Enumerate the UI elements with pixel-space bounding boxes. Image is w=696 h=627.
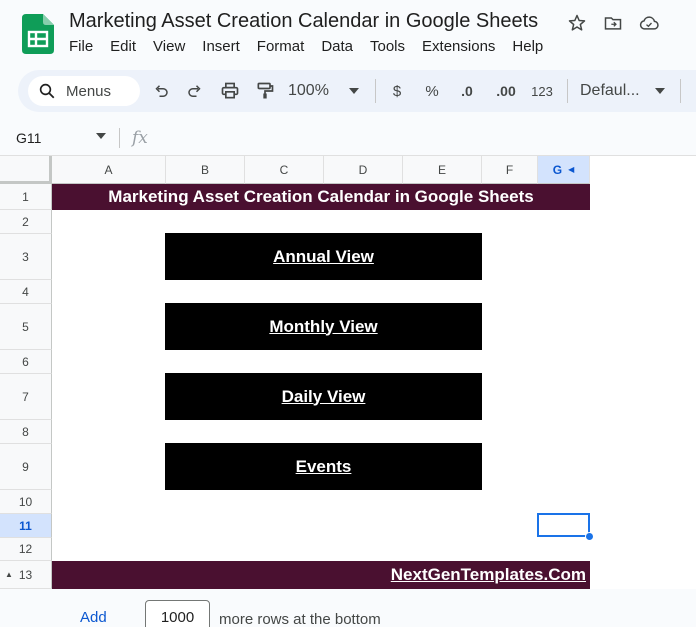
toolbar: Menus 100% $ % .0 .00 123 Defaul... [18,70,696,112]
row-header-9[interactable]: 9 [0,444,52,490]
column-header-c[interactable]: C [245,156,324,184]
number-format-button[interactable]: 123 [529,79,555,103]
menu-data[interactable]: Data [321,38,353,55]
selected-cell-g11[interactable] [537,513,590,537]
menu-help[interactable]: Help [512,38,543,55]
events-button[interactable]: Events [165,443,482,490]
currency-label: $ [392,82,402,100]
toolbar-divider [680,79,681,103]
row-header-7[interactable]: 7 [0,374,52,420]
menu-file[interactable]: File [69,38,93,55]
print-button[interactable] [219,79,241,103]
redo-button[interactable] [184,79,206,103]
name-box[interactable]: G11 [16,130,41,146]
menu-bar: File Edit View Insert Format Data Tools … [69,38,560,55]
add-rows-suffix: more rows at the bottom [219,611,381,627]
search-menus-button[interactable]: Menus [28,76,140,106]
star-icon[interactable] [566,12,588,34]
row-header-6[interactable]: 6 [0,350,52,374]
row-header-13-label: 13 [18,567,33,582]
formula-bar: G11 fx [0,120,696,156]
undo-button[interactable] [150,79,172,103]
font-select[interactable]: Defaul... [580,79,644,103]
row-header-5[interactable]: 5 [0,304,52,350]
sheet-footer-banner: NextGenTemplates.Com [52,561,590,589]
row-header-1[interactable]: 1 [0,184,52,210]
sheet-header-banner: Marketing Asset Creation Calendar in Goo… [52,184,590,210]
select-all-corner[interactable] [0,156,52,184]
row-header-8[interactable]: 8 [0,420,52,444]
name-box-chevron-icon[interactable] [96,133,106,139]
column-header-g[interactable]: G ◀ [538,156,590,184]
cloud-saved-icon[interactable] [638,12,660,34]
number-format-label: 123 [531,83,553,99]
nextgen-templates-link[interactable]: NextGenTemplates.Com [391,565,586,585]
menu-view[interactable]: View [153,38,185,55]
add-rows-button[interactable]: Add [80,609,107,626]
redo-icon [188,85,201,97]
menu-insert[interactable]: Insert [202,38,240,55]
toolbar-divider [567,79,568,103]
menu-extensions[interactable]: Extensions [422,38,495,55]
row-header-10[interactable]: 10 [0,490,52,514]
column-header-a[interactable]: A [52,156,166,184]
row-header-3[interactable]: 3 [0,234,52,280]
increase-decimal-button[interactable]: .00 [492,79,520,103]
increase-decimal-label: .00 [496,83,516,99]
paint-format-button[interactable] [254,79,276,103]
column-header-g-label: G [552,162,563,177]
formula-divider [119,128,120,148]
document-title[interactable]: Marketing Asset Creation Calendar in Goo… [69,10,538,33]
title-bar: Marketing Asset Creation Calendar in Goo… [0,0,696,70]
menu-edit[interactable]: Edit [110,38,136,55]
sheets-logo-icon[interactable] [22,14,54,54]
row-header-4[interactable]: 4 [0,280,52,304]
search-icon [39,83,55,99]
row-header-13[interactable]: ▲ 13 [0,561,52,589]
daily-view-button[interactable]: Daily View [165,373,482,420]
row-header-2[interactable]: 2 [0,210,52,234]
move-folder-icon[interactable] [602,12,624,34]
zoom-value: 100% [288,82,329,99]
column-header-f[interactable]: F [482,156,538,184]
decrease-decimal-button[interactable]: .0 [456,79,478,103]
add-rows-count-input[interactable] [145,600,210,627]
font-chevron-down-icon[interactable] [654,79,666,103]
row-header-11[interactable]: 11 [0,514,52,538]
scroll-up-icon[interactable]: ▲ [5,570,13,579]
toolbar-divider [375,79,376,103]
annual-view-button[interactable]: Annual View [165,233,482,280]
scroll-left-icon[interactable]: ◀ [568,165,574,174]
column-header-b[interactable]: B [166,156,245,184]
fx-icon: fx [132,128,148,148]
spreadsheet-grid[interactable]: A B C D E F G ◀ 1 2 3 4 5 6 7 8 9 10 11 … [0,156,696,589]
fill-handle[interactable] [585,532,594,541]
monthly-view-button[interactable]: Monthly View [165,303,482,350]
column-header-e[interactable]: E [403,156,482,184]
zoom-select[interactable]: 100% [288,79,344,103]
percent-label: % [425,82,439,100]
percent-format-button[interactable]: % [422,79,442,103]
menu-format[interactable]: Format [257,38,305,55]
currency-format-button[interactable]: $ [388,79,406,103]
column-header-d[interactable]: D [324,156,403,184]
undo-icon [155,85,168,97]
font-value: Defaul... [580,82,640,99]
chevron-down-icon[interactable] [348,79,360,103]
add-rows-bar: Add more rows at the bottom [0,589,696,627]
paint-roller-icon [257,82,274,99]
decrease-decimal-label: .0 [461,83,473,99]
row-header-12[interactable]: 12 [0,538,52,561]
search-menus-label: Menus [66,82,112,100]
menu-tools[interactable]: Tools [370,38,405,55]
print-icon [221,82,239,99]
